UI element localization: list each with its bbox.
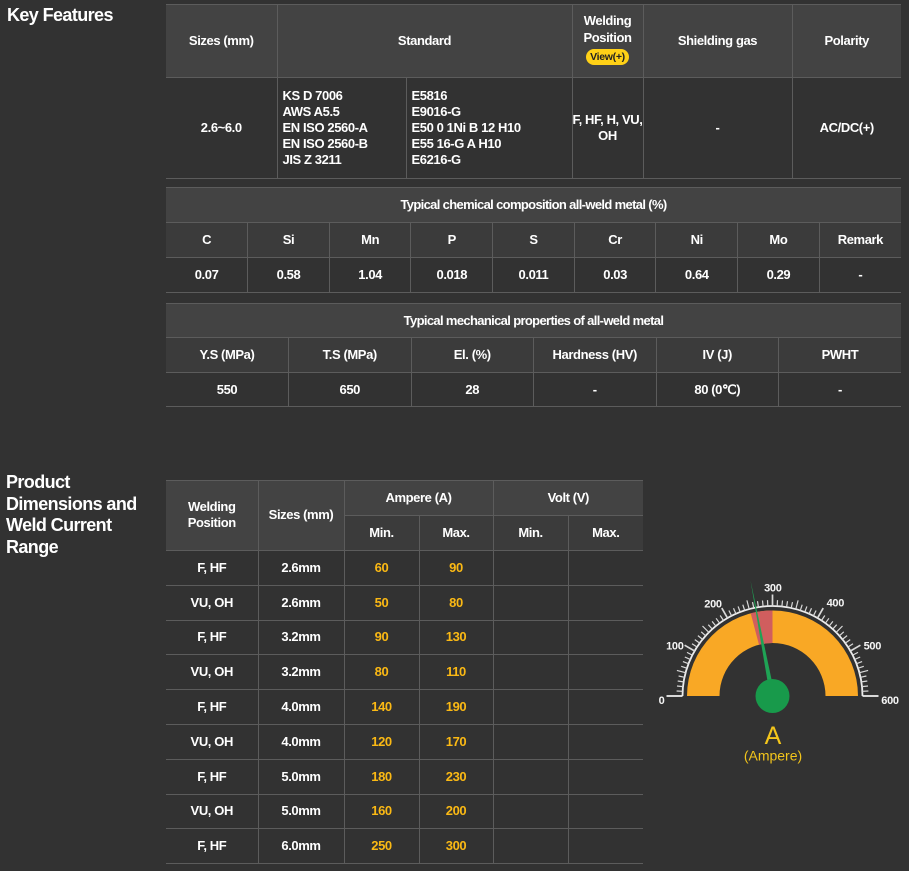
svg-text:(Ampere): (Ampere) (744, 748, 802, 764)
svg-text:300: 300 (764, 583, 782, 595)
svg-text:600: 600 (881, 695, 899, 707)
svg-text:500: 500 (864, 640, 882, 652)
svg-text:200: 200 (704, 598, 722, 610)
svg-text:400: 400 (827, 598, 845, 610)
svg-text:100: 100 (666, 640, 684, 652)
svg-text:A: A (765, 722, 782, 750)
svg-text:0: 0 (659, 695, 665, 707)
